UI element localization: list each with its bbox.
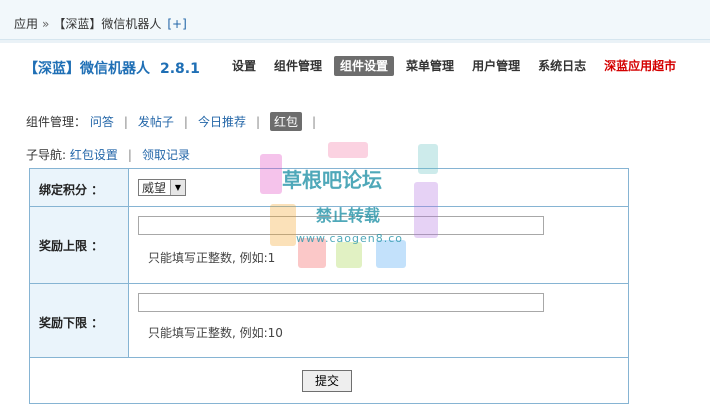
- breadcrumb-add-button[interactable]: [+]: [167, 17, 186, 31]
- subnav-link-claim-records[interactable]: 领取记录: [142, 148, 190, 162]
- min-reward-hint: 只能填写正整数, 例如:10: [148, 326, 283, 340]
- chevron-down-icon[interactable]: ▼: [170, 180, 185, 195]
- main-nav: 设置 组件管理 组件设置 菜单管理 用户管理 系统日志 深蓝应用超市: [226, 56, 688, 76]
- form-value-credit: 威望 ▼: [130, 169, 628, 206]
- component-link-qa[interactable]: 问答: [90, 115, 114, 129]
- component-link-recommend[interactable]: 今日推荐: [198, 115, 246, 129]
- credit-select-value: 威望: [142, 181, 167, 195]
- app-title: 【深蓝】微信机器人 2.8.1: [24, 58, 200, 78]
- form-label-max: 奖励上限 ：: [30, 207, 129, 283]
- redpacket-settings-form: 绑定积分 ： 威望 ▼ 奖励上限 ： 只能填写正整数, 例如:1 奖励下限 ： …: [29, 168, 629, 404]
- component-link-redpacket[interactable]: 红包: [270, 112, 303, 131]
- subnav-label: 子导航:: [26, 148, 67, 162]
- divider: |: [123, 115, 128, 129]
- breadcrumb: 应用 » 【深蓝】微信机器人 [+]: [14, 15, 187, 32]
- form-row-min: 奖励下限 ： 只能填写正整数, 例如:10: [30, 284, 628, 358]
- form-label-min: 奖励下限 ：: [30, 284, 129, 357]
- breadcrumb-separator: »: [42, 17, 50, 31]
- credit-select[interactable]: 威望 ▼: [138, 179, 186, 196]
- watermark-block: [328, 142, 368, 158]
- min-reward-input[interactable]: [138, 293, 544, 312]
- breadcrumb-root[interactable]: 应用: [14, 17, 38, 31]
- min-label-text: 奖励下限 ：: [39, 316, 104, 330]
- submit-button[interactable]: 提交: [302, 370, 352, 392]
- nav-settings[interactable]: 设置: [226, 56, 262, 76]
- component-links-label: 组件管理：: [26, 115, 87, 129]
- nav-component-settings[interactable]: 组件设置: [334, 56, 395, 76]
- component-links-row: 组件管理： 问答 | 发帖子 | 今日推荐 | 红包 |: [26, 112, 326, 131]
- breadcrumb-current[interactable]: 【深蓝】微信机器人: [53, 17, 161, 31]
- divider: |: [127, 148, 132, 162]
- nav-component-manage[interactable]: 组件管理: [268, 56, 328, 76]
- app-version: 2.8.1: [160, 61, 200, 77]
- breadcrumb-bar: 应用 » 【深蓝】微信机器人 [+]: [0, 0, 710, 43]
- max-reward-input[interactable]: [138, 216, 544, 235]
- form-label-credit: 绑定积分 ：: [30, 169, 129, 206]
- form-row-credit: 绑定积分 ： 威望 ▼: [30, 169, 628, 207]
- form-row-max: 奖励上限 ： 只能填写正整数, 例如:1: [30, 207, 628, 284]
- form-value-min: 只能填写正整数, 例如:10: [130, 284, 628, 357]
- nav-app-market[interactable]: 深蓝应用超市: [598, 56, 682, 76]
- divider: |: [312, 115, 317, 129]
- subnav-row: 子导航: 红包设置 | 领取记录: [26, 146, 190, 163]
- max-label-text: 奖励上限 ：: [39, 239, 104, 253]
- topbar-shadow: [0, 40, 710, 43]
- nav-menu-manage[interactable]: 菜单管理: [400, 56, 460, 76]
- component-link-post[interactable]: 发帖子: [138, 115, 174, 129]
- subnav-link-redpacket-settings[interactable]: 红包设置: [70, 148, 118, 162]
- credit-label-text: 绑定积分 ：: [39, 183, 104, 197]
- divider: |: [255, 115, 261, 129]
- nav-user-manage[interactable]: 用户管理: [466, 56, 526, 76]
- divider: |: [183, 115, 188, 129]
- app-name: 【深蓝】微信机器人: [24, 61, 150, 77]
- form-value-max: 只能填写正整数, 例如:1: [130, 207, 628, 283]
- max-reward-hint: 只能填写正整数, 例如:1: [148, 251, 276, 265]
- nav-system-log[interactable]: 系统日志: [532, 56, 592, 76]
